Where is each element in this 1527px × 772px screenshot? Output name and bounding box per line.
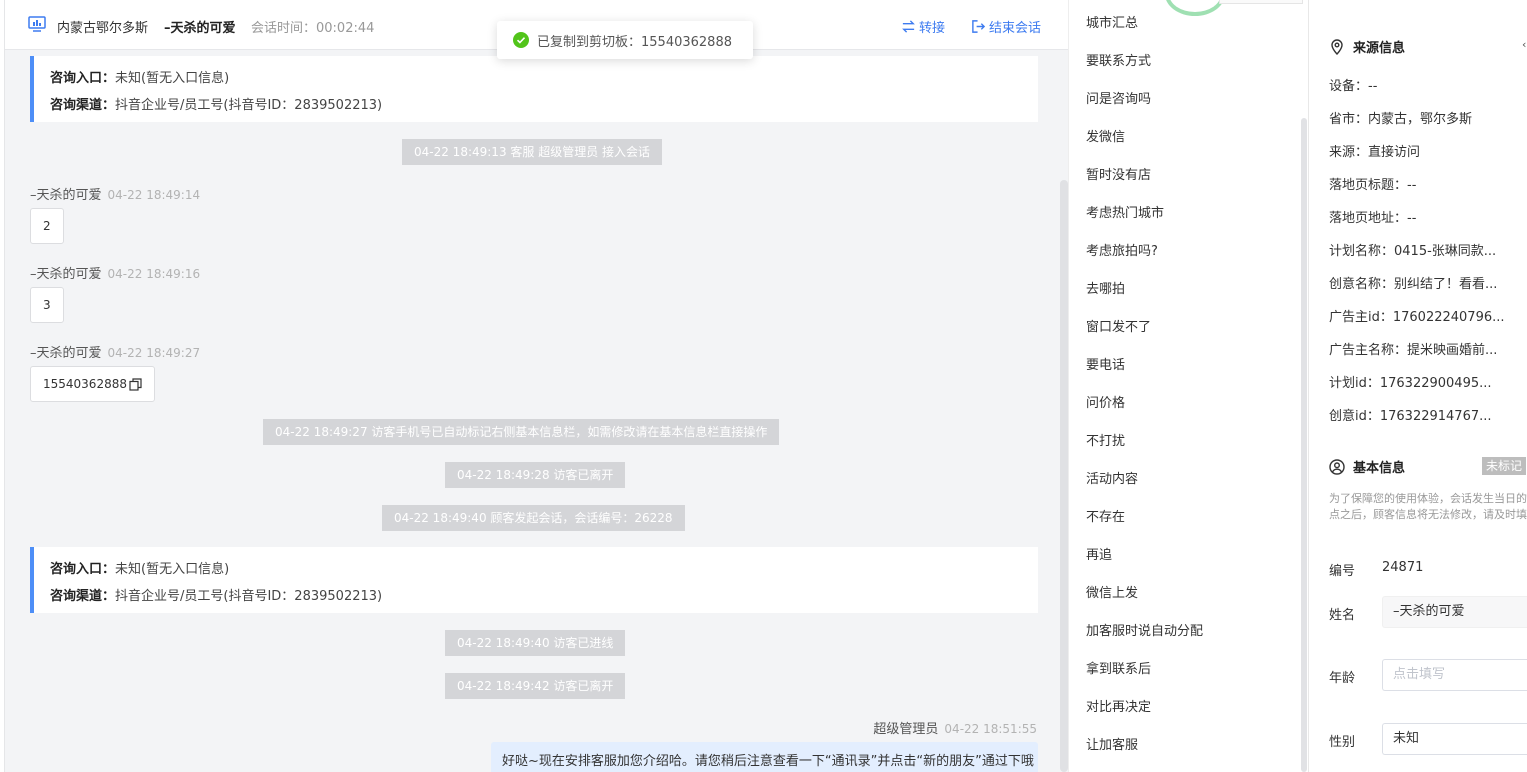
transfer-button[interactable]: 转接 xyxy=(901,17,945,36)
visitor-message-bubble: 3 xyxy=(30,287,64,323)
age-input[interactable] xyxy=(1393,660,1513,690)
gender-select[interactable]: 未知 xyxy=(1382,723,1527,755)
transfer-icon xyxy=(902,20,915,33)
quick-phrase-item[interactable]: 暂时没有店 xyxy=(1086,164,1151,183)
channel-label: 咨询渠道： xyxy=(50,589,116,604)
name-field[interactable]: –天杀的可爱 xyxy=(1382,596,1527,628)
monitor-icon xyxy=(28,16,46,32)
quick-phrase-item[interactable]: 拿到联系后 xyxy=(1086,658,1151,677)
transfer-label: 转接 xyxy=(919,21,946,36)
source-info-item: 落地页地址：-- xyxy=(1329,211,1417,226)
age-field[interactable] xyxy=(1382,659,1527,691)
source-info-item: 创意名称：别纠结了！看看... xyxy=(1329,277,1498,292)
system-message: 04-22 18:49:40 顾客发起会话，会话编号：26228 xyxy=(382,505,685,531)
channel-label: 咨询渠道： xyxy=(50,98,116,113)
quick-phrase-item[interactable]: 问是咨询吗 xyxy=(1086,88,1151,107)
message-time: 04-22 18:49:27 xyxy=(107,346,201,360)
consult-info-card: 咨询入口：未知(暂无入口信息) 咨询渠道：抖音企业号/员工号(抖音号ID：283… xyxy=(30,56,1038,122)
system-message: 04-22 18:49:28 访客已离开 xyxy=(445,462,626,488)
source-info-item: 创意id：176322914767... xyxy=(1329,409,1492,424)
visitor-message-bubble: 2 xyxy=(30,208,64,244)
message-time: 04-22 18:49:16 xyxy=(107,267,201,281)
source-info-item: 广告主id：176022240796... xyxy=(1329,310,1505,325)
source-info-item: 计划名称：0415-张琳同款... xyxy=(1329,244,1497,259)
quick-phrase-item[interactable]: 要电话 xyxy=(1086,354,1125,373)
visitor-name: –天杀的可爱 xyxy=(164,21,236,36)
quick-phrase-item[interactable]: 再追 xyxy=(1086,544,1112,563)
id-value: 24871 xyxy=(1382,560,1424,575)
quick-phrase-item[interactable]: 让加客服 xyxy=(1086,734,1138,753)
quick-phrase-item[interactable]: 对比再决定 xyxy=(1086,696,1151,715)
session-time: 会话时间：00:02:44 xyxy=(251,21,375,36)
system-message: 04-22 18:49:42 访客已离开 xyxy=(445,673,626,699)
phone-number-text: 15540362888 xyxy=(43,377,127,391)
entry-label: 咨询入口： xyxy=(50,562,116,577)
id-label: 编号 xyxy=(1329,564,1356,579)
mark-status-tag[interactable]: 未标记 xyxy=(1482,457,1527,475)
quick-phrase-list: 城市汇总要联系方式问是咨询吗发微信暂时没有店考虑热门城市 考虑旅拍吗? 去哪拍窗口发… xyxy=(1068,0,1308,772)
age-label: 年龄 xyxy=(1329,671,1356,686)
end-session-button[interactable]: 结束会话 xyxy=(971,17,1041,36)
name-label: 姓名 xyxy=(1329,608,1356,623)
chevron-left-icon[interactable]: ‹ xyxy=(1522,38,1526,51)
quick-phrase-item[interactable]: 考虑热门城市 xyxy=(1086,202,1164,221)
message-sender: –天杀的可爱 04-22 18:49:14 xyxy=(30,188,201,203)
agent-message-sender: 超级管理员 04-22 18:51:55 xyxy=(873,722,1037,737)
quick-phrase-item[interactable]: 加客服时说自动分配 xyxy=(1086,620,1203,639)
quick-phrase-item[interactable]: 城市汇总 xyxy=(1086,12,1138,31)
system-message: 04-22 18:49:13 客服 超级管理员 接入会话 xyxy=(402,139,663,165)
source-info-item: 来源：直接访问 xyxy=(1329,145,1421,160)
quick-phrase-item[interactable]: 不打扰 xyxy=(1086,430,1125,449)
message-time: 04-22 18:49:14 xyxy=(107,188,201,202)
copy-icon[interactable] xyxy=(129,377,142,391)
system-message: 04-22 18:49:27 访客手机号已自动标记右侧基本信息栏，如需修改请在基… xyxy=(263,419,780,445)
quick-phrase-item[interactable]: 去哪拍 xyxy=(1086,278,1125,297)
quick-phrase-item[interactable]: 微信上发 xyxy=(1086,582,1138,601)
entry-value: 未知(暂无入口信息) xyxy=(115,562,230,577)
agent-message-bubble: 好哒~现在安排客服加您介绍哈。请您稍后注意查看一下“通讯录”并点击“新的朋友”通… xyxy=(491,742,1038,772)
system-message: 04-22 18:49:40 访客已进线 xyxy=(445,630,626,656)
edit-notice: 为了保障您的使用体验，会话发生当日的24点之后，顾客信息将无法修改，请及时填写 xyxy=(1329,492,1527,521)
end-session-label: 结束会话 xyxy=(989,21,1042,36)
toast-text: 已复制到剪切板：15540362888 xyxy=(537,34,732,50)
channel-value: 抖音企业号/员工号(抖音号ID：2839502213) xyxy=(115,98,383,113)
user-circle-icon xyxy=(1329,458,1345,475)
source-info-item: 设备：-- xyxy=(1329,79,1378,94)
quick-phrase-item[interactable]: 发微信 xyxy=(1086,126,1125,145)
quick-phrase-item[interactable]: 活动内容 xyxy=(1086,468,1138,487)
source-info-item: 落地页标题：-- xyxy=(1329,178,1417,193)
gender-label: 性别 xyxy=(1329,735,1356,750)
consult-info-card: 咨询入口：未知(暂无入口信息) 咨询渠道：抖音企业号/员工号(抖音号ID：283… xyxy=(30,547,1038,613)
visitor-location: 内蒙古鄂尔多斯 xyxy=(57,21,149,36)
chat-scrollbar[interactable] xyxy=(1060,180,1068,772)
quick-phrase-item[interactable]: 问价格 xyxy=(1086,392,1125,411)
copy-toast: 已复制到剪切板：15540362888 xyxy=(497,21,753,59)
logout-icon xyxy=(972,20,986,33)
chat-panel: 内蒙古鄂尔多斯 –天杀的可爱 会话时间：00:02:44 转接 结束会话 咨询入… xyxy=(4,0,1068,772)
phrase-scrollbar[interactable] xyxy=(1301,118,1307,772)
visitor-phone-bubble[interactable]: 15540362888 xyxy=(30,366,155,402)
message-time: 04-22 18:51:55 xyxy=(944,722,1037,736)
entry-value: 未知(暂无入口信息) xyxy=(115,71,230,86)
success-check-icon xyxy=(513,32,529,48)
source-info-item: 广告主名称：提米映画婚前... xyxy=(1329,343,1498,358)
quick-phrase-item[interactable]: 要联系方式 xyxy=(1086,50,1151,69)
message-sender: –天杀的可爱 04-22 18:49:16 xyxy=(30,267,201,282)
basic-info-title: 基本信息 xyxy=(1329,457,1405,476)
quick-phrase-item[interactable]: 考虑旅拍吗? xyxy=(1086,240,1158,259)
customer-info-panel: 来源信息 ‹ 设备：-- 省市：内蒙古，鄂尔多斯 来源：直接访问 落地页标题：-- 落地… xyxy=(1309,0,1527,772)
location-pin-icon xyxy=(1331,38,1343,55)
source-info-item: 计划id：176322900495... xyxy=(1329,376,1492,391)
channel-value: 抖音企业号/员工号(抖音号ID：2839502213) xyxy=(115,589,383,604)
quick-phrase-item[interactable]: 不存在 xyxy=(1086,506,1125,525)
message-sender: –天杀的可爱 04-22 18:49:27 xyxy=(30,346,201,361)
entry-label: 咨询入口： xyxy=(50,71,116,86)
source-info-item: 省市：内蒙古，鄂尔多斯 xyxy=(1329,112,1473,127)
source-info-title: 来源信息 xyxy=(1329,37,1405,56)
loading-ring-icon xyxy=(1165,0,1225,16)
top-strip xyxy=(1219,0,1303,4)
quick-phrase-item[interactable]: 窗口发不了 xyxy=(1086,316,1151,335)
